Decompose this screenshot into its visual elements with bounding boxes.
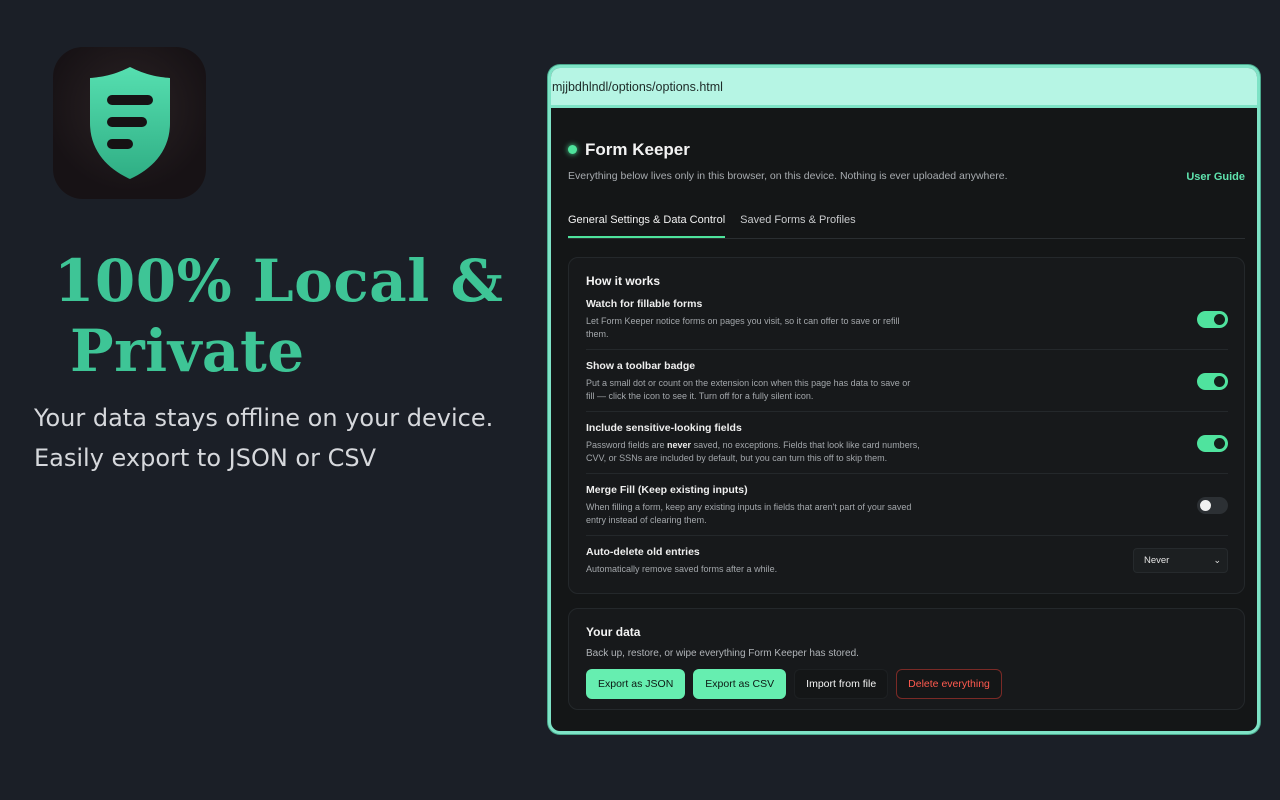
watch-forms-toggle[interactable] <box>1197 310 1228 328</box>
select-value: Never <box>1144 555 1170 567</box>
headline-line-2: Private <box>70 317 305 385</box>
section-title: How it works <box>586 274 661 288</box>
setting-label: Watch for fillable forms <box>586 298 703 310</box>
user-guide-link[interactable]: User Guide <box>1186 171 1245 183</box>
tagline-line-2: Easily export to JSON or CSV <box>34 444 377 472</box>
setting-label: Include sensitive-looking fields <box>586 422 742 434</box>
page-title: Form Keeper <box>585 140 690 159</box>
desc-text: Password fields are <box>586 440 668 450</box>
page-subtitle: Everything below lives only in this brow… <box>568 170 1008 182</box>
headline-line-1: 100% Local & <box>54 247 504 315</box>
setting-merge-fill: Merge Fill (Keep existing inputs) When f… <box>586 474 1228 536</box>
options-page: Form Keeper Everything below lives only … <box>551 140 1257 710</box>
merge-fill-toggle[interactable] <box>1197 496 1228 514</box>
address-bar[interactable]: mjjbdhlndl/options/options.html <box>551 68 1257 108</box>
section-description: Back up, restore, or wipe everything For… <box>586 647 859 659</box>
how-it-works-card: How it works Watch for fillable forms Le… <box>568 257 1245 594</box>
sensitive-fields-toggle[interactable] <box>1197 434 1228 452</box>
setting-toolbar-badge: Show a toolbar badge Put a small dot or … <box>586 350 1228 412</box>
promo-tagline: Your data stays offline on your device. … <box>34 398 493 478</box>
export-json-button[interactable]: Export as JSON <box>586 668 686 699</box>
setting-description: Let Form Keeper notice forms on pages yo… <box>586 316 900 339</box>
setting-description: When filling a form, keep any existing i… <box>586 502 912 525</box>
auto-delete-select[interactable]: Never ⌄ <box>1133 548 1228 574</box>
url-text: mjjbdhlndl/options/options.html <box>552 79 723 94</box>
setting-description: Automatically remove saved forms after a… <box>586 564 778 574</box>
page-header: Form Keeper Everything below lives only … <box>568 140 1245 183</box>
app-logo <box>53 47 206 199</box>
data-actions: Export as JSON Export as CSV Import from… <box>586 668 1228 699</box>
setting-auto-delete: Auto-delete old entries Automatically re… <box>586 536 1228 585</box>
your-data-card: Your data Back up, restore, or wipe ever… <box>568 607 1245 710</box>
tab-general-settings[interactable]: General Settings & Data Control <box>568 214 726 238</box>
browser-window: mjjbdhlndl/options/options.html Form Kee… <box>548 65 1260 734</box>
chevron-down-icon: ⌄ <box>1213 555 1221 566</box>
import-file-button[interactable]: Import from file <box>794 668 889 699</box>
tagline-line-1: Your data stays offline on your device. <box>34 404 494 432</box>
setting-label: Auto-delete old entries <box>586 546 700 558</box>
status-dot-icon <box>568 145 577 154</box>
setting-watch-forms: Watch for fillable forms Let Form Keeper… <box>586 288 1228 350</box>
setting-label: Merge Fill (Keep existing inputs) <box>586 484 748 496</box>
section-title: Your data <box>586 624 641 639</box>
toolbar-badge-toggle[interactable] <box>1197 372 1228 390</box>
desc-emphasis: never <box>667 440 692 450</box>
setting-sensitive-fields: Include sensitive-looking fields Passwor… <box>586 412 1228 474</box>
shield-icon <box>89 67 170 179</box>
promo-headline: 100% Local & Private <box>54 246 503 386</box>
export-csv-button[interactable]: Export as CSV <box>693 668 787 699</box>
tab-bar: General Settings & Data Control Saved Fo… <box>568 214 1245 239</box>
delete-everything-button[interactable]: Delete everything <box>896 668 1002 699</box>
setting-description: Password fields are never saved, no exce… <box>586 439 921 464</box>
tab-saved-forms[interactable]: Saved Forms & Profiles <box>740 214 856 238</box>
setting-label: Show a toolbar badge <box>586 360 696 372</box>
setting-description: Put a small dot or count on the extensio… <box>586 378 911 401</box>
